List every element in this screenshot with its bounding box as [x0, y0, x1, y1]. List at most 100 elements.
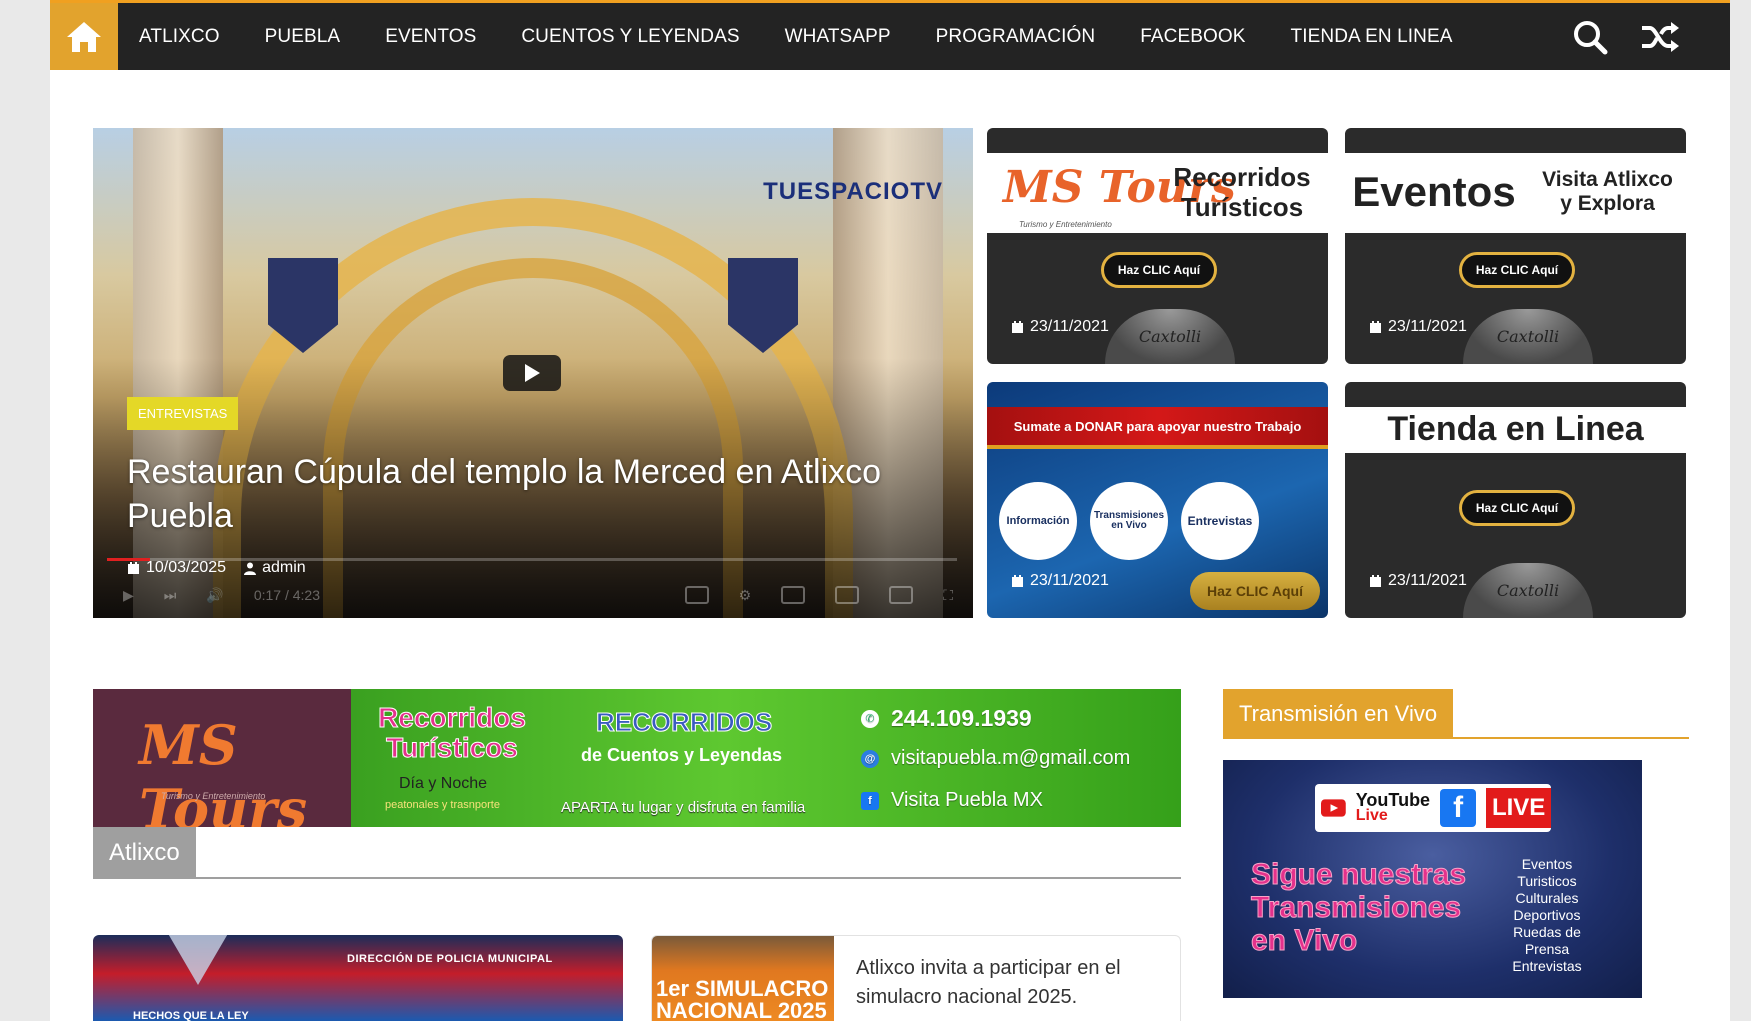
post-thumbnail[interactable]: 1er SIMULACRO NACIONAL 2025	[652, 936, 834, 1021]
ad-content-panel: Recorridos Turísticos Día y Noche peaton…	[351, 689, 1181, 827]
author-name: admin	[262, 559, 306, 576]
live-stream-banner[interactable]: YouTube Live f LIVE Sigue nuestras Trans…	[1223, 760, 1642, 998]
featured-post-title[interactable]: Restauran Cúpula del templo la Merced en…	[127, 450, 947, 538]
nav-item-atlixco[interactable]: ATLIXCO	[139, 26, 220, 48]
section-title[interactable]: Atlixco	[93, 827, 196, 879]
card-brand-eventos: Eventos	[1352, 168, 1516, 215]
whatsapp-icon: ✆	[861, 709, 879, 728]
post-card-policia[interactable]: DIRECCIÓN DE POLICIA MUNICIPAL HECHOS QU…	[93, 935, 623, 1021]
logo-tagline: Turismo y Entretenimiento	[1019, 220, 1112, 229]
promo-card-tienda[interactable]: Tienda en Linea Haz CLIC Aquí Caxtolli 2…	[1345, 382, 1686, 618]
search-button[interactable]	[1570, 17, 1610, 57]
card-cta-button[interactable]: Haz CLIC Aquí	[1459, 252, 1575, 288]
ms-tours-logo: MS Tours	[139, 713, 308, 827]
category-badge[interactable]: ENTREVISTAS	[127, 397, 239, 430]
page: ATLIXCO PUEBLA EVENTOS CUENTOS Y LEYENDA…	[50, 0, 1730, 1021]
ad-title: Recorridos Turísticos	[378, 702, 527, 763]
widget-title: Transmisión en Vivo	[1223, 689, 1454, 739]
card-date-text: 23/11/2021	[1388, 318, 1467, 335]
fullscreen-icon[interactable]: ⛶	[943, 587, 953, 604]
ad-mid-title: RECORRIDOS	[595, 707, 773, 738]
cast-icon[interactable]	[889, 586, 914, 604]
featured-post-meta: 10/03/2025 admin	[127, 559, 306, 577]
post-author[interactable]: admin	[244, 559, 306, 577]
nav-icons	[1570, 17, 1680, 57]
card-date-text: 23/11/2021	[1030, 572, 1109, 589]
card-date[interactable]: 23/11/2021	[1369, 572, 1467, 590]
promo-card-recorridos[interactable]: MS Tours Turismo y Entretenimiento Recor…	[987, 128, 1328, 364]
card-headline: Tienda en Linea	[1387, 410, 1644, 448]
caxtolli-stamp: Caxtolli	[1463, 563, 1593, 618]
post-thumbnail-text: 1er SIMULACRO NACIONAL 2025	[656, 976, 829, 1021]
featured-video-post[interactable]: TUESPACIOTV ENTREVISTAS Restauran Cúpula…	[93, 128, 973, 618]
ad-mid-note: APARTA tu lugar y disfruta en familia	[561, 799, 806, 816]
calendar-icon	[1370, 320, 1381, 333]
ad-facebook: f Visita Puebla MX	[861, 789, 1043, 812]
play-icon	[525, 364, 540, 382]
card-cta-button[interactable]: Haz CLIC Aquí	[1190, 572, 1320, 610]
random-post-button[interactable]	[1640, 17, 1680, 57]
card-date[interactable]: 23/11/2021	[1369, 318, 1467, 336]
ad-note: peatonales y trasnporte	[385, 799, 500, 811]
post-title[interactable]: Atlixco invita a participar en el simula…	[856, 954, 1166, 1012]
search-icon	[1574, 21, 1608, 55]
nav-menu: ATLIXCO PUEBLA EVENTOS CUENTOS Y LEYENDA…	[139, 3, 1498, 70]
card-date-text: 23/11/2021	[1030, 318, 1109, 335]
live-headline: Sigue nuestras Transmisiones en Vivo	[1251, 858, 1467, 958]
youtube-icon	[1321, 799, 1346, 817]
promo-card-eventos[interactable]: Eventos Visita Atlixco y Explora Haz CLI…	[1345, 128, 1686, 364]
post-thumbnail-caption: HECHOS QUE LA LEY	[133, 1010, 249, 1021]
next-icon[interactable]: ⏭	[164, 587, 177, 604]
card-cta-button[interactable]: Haz CLIC Aquí	[1459, 490, 1575, 526]
nav-item-tienda-en-linea[interactable]: TIENDA EN LINEA	[1291, 26, 1453, 48]
nav-item-cuentos-y-leyendas[interactable]: CUENTOS Y LEYENDAS	[521, 26, 739, 48]
post-card-simulacro[interactable]: 1er SIMULACRO NACIONAL 2025 Atlixco invi…	[651, 935, 1181, 1021]
post-thumbnail-org: DIRECCIÓN DE POLICIA MUNICIPAL	[347, 953, 553, 965]
video-controls: ▶ ⏭ 🔊 0:17 / 4:23 ⚙ ⛶	[123, 580, 953, 610]
card-cta-button[interactable]: Haz CLIC Aquí	[1101, 252, 1217, 288]
circle-transmisiones: Transmisiones en Vivo	[1090, 482, 1168, 560]
youtube-live-text: Live	[1355, 807, 1388, 824]
promo-card-donar[interactable]: Sumate a DONAR para apoyar nuestro Traba…	[987, 382, 1328, 618]
live-topics: Eventos Turisticos Culturales Deportivos…	[1512, 856, 1582, 974]
ad-facebook-text: Visita Puebla MX	[891, 789, 1043, 811]
subtitles-icon[interactable]	[684, 586, 709, 604]
nav-item-eventos[interactable]: EVENTOS	[385, 26, 476, 48]
card-date[interactable]: 23/11/2021	[1011, 318, 1109, 336]
ad-email: @ visitapuebla.m@gmail.com	[861, 747, 1130, 770]
nav-item-facebook[interactable]: FACEBOOK	[1140, 26, 1245, 48]
user-icon	[244, 562, 257, 575]
live-label: LIVE	[1486, 788, 1551, 828]
live-platforms: YouTube Live f LIVE	[1315, 784, 1551, 832]
play-control-icon[interactable]: ▶	[123, 587, 134, 604]
police-emblem	[163, 935, 233, 985]
nav-item-whatsapp[interactable]: WHATSAPP	[785, 26, 891, 48]
ms-tours-ad-banner[interactable]: MS Tours Turismo y Entretenimiento Recor…	[93, 689, 1181, 827]
donate-strip: Sumate a DONAR para apoyar nuestro Traba…	[987, 407, 1328, 449]
circle-entrevistas: Entrevistas	[1181, 482, 1259, 560]
ad-logo-panel: MS Tours Turismo y Entretenimiento	[93, 689, 351, 827]
youtube-live-label: YouTube Live	[1355, 791, 1430, 824]
calendar-icon	[128, 561, 139, 574]
main-navbar: ATLIXCO PUEBLA EVENTOS CUENTOS Y LEYENDA…	[50, 0, 1730, 70]
miniplayer-icon[interactable]	[781, 586, 806, 604]
ad-phone-text: 244.109.1939	[891, 705, 1032, 731]
theater-icon[interactable]	[835, 586, 860, 604]
video-play-button[interactable]	[503, 355, 561, 391]
settings-icon[interactable]: ⚙	[739, 587, 752, 604]
card-headline: Visita Atlixco y Explora	[1542, 168, 1673, 215]
calendar-icon	[1012, 320, 1023, 333]
circle-informacion: Información	[999, 482, 1077, 560]
card-date[interactable]: 23/11/2021	[1011, 572, 1109, 590]
post-date[interactable]: 10/03/2025	[146, 559, 226, 577]
home-button[interactable]	[50, 3, 118, 70]
volume-icon[interactable]: 🔊	[206, 587, 223, 604]
email-icon: @	[861, 749, 879, 768]
card-headline: Recorridos Turísticos	[1173, 162, 1311, 222]
sidebar-widget-header: Transmisión en Vivo	[1223, 689, 1689, 739]
ad-email-text: visitapuebla.m@gmail.com	[891, 747, 1131, 769]
nav-item-puebla[interactable]: PUEBLA	[265, 26, 341, 48]
nav-item-programacion[interactable]: PROGRAMACIÓN	[936, 26, 1096, 48]
video-time: 0:17 / 4:23	[253, 587, 320, 603]
logo-tagline: Turismo y Entretenimiento	[161, 791, 266, 801]
